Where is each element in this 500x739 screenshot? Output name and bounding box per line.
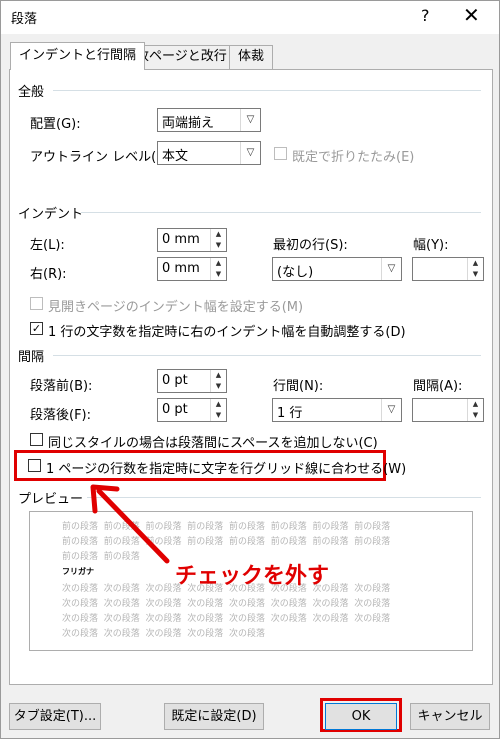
ok-button[interactable]: OK <box>325 703 397 730</box>
spin-down-icon[interactable]: ▼ <box>211 381 226 392</box>
outline-level-label: アウトライン レベル(O): <box>30 150 176 165</box>
section-spacing-title: 間隔 <box>18 350 45 365</box>
spacing-after-value: 0 pt <box>162 402 188 417</box>
dialog-title: 段落 <box>11 12 38 27</box>
spinner-buttons: ▲ ▼ <box>467 399 483 421</box>
section-divider <box>81 212 481 213</box>
spin-down-icon[interactable]: ▼ <box>468 410 483 421</box>
spin-up-icon[interactable]: ▲ <box>211 399 226 410</box>
spin-down-icon[interactable]: ▼ <box>211 269 226 280</box>
chevron-down-icon: ▽ <box>381 258 401 280</box>
line-spacing-label: 行間(N): <box>273 379 324 394</box>
outline-level-value: 本文 <box>162 149 189 164</box>
first-line-value: (なし) <box>277 265 314 280</box>
indent-left-value: 0 mm <box>162 232 200 247</box>
tabs-button[interactable]: タブ設定(T)... <box>9 703 101 730</box>
indent-left-label: 左(L): <box>30 238 65 253</box>
spin-up-icon[interactable]: ▲ <box>211 258 226 269</box>
spin-down-icon[interactable]: ▼ <box>211 240 226 251</box>
indent-by-spinner[interactable]: ▲ ▼ <box>412 257 484 281</box>
spinner-buttons: ▲ ▼ <box>210 399 226 421</box>
line-spacing-select[interactable]: 1 行 ▽ <box>272 398 402 422</box>
collapsed-label: 既定で折りたたみ(E) <box>292 150 415 165</box>
section-general-title: 全般 <box>18 85 45 100</box>
spin-up-icon[interactable]: ▲ <box>468 258 483 269</box>
spinner-buttons: ▲ ▼ <box>210 258 226 280</box>
section-indent-title: インデント <box>18 207 84 222</box>
indent-right-label: 右(R): <box>30 267 67 282</box>
spinner-buttons: ▲ ▼ <box>467 258 483 280</box>
line-spacing-value: 1 行 <box>277 406 303 421</box>
no-space-same-style-checkbox[interactable] <box>30 433 43 446</box>
collapsed-checkbox[interactable] <box>274 147 287 160</box>
outline-level-select[interactable]: 本文 ▽ <box>157 141 261 165</box>
mirror-indents-label: 見開きページのインデント幅を設定する(M) <box>48 300 304 315</box>
spacing-at-spinner[interactable]: ▲ ▼ <box>412 398 484 422</box>
alignment-label: 配置(G): <box>30 117 81 132</box>
spinner-buttons: ▲ ▼ <box>210 229 226 251</box>
help-icon[interactable]: ? <box>421 6 430 25</box>
indent-right-value: 0 mm <box>162 261 200 276</box>
annotation-text: チェックを外す <box>175 564 330 589</box>
paragraph-dialog: 段落 ? ✕ インデントと行間隔 改ページと改行 体裁 全般 配置(G): 両端… <box>0 0 500 739</box>
section-preview-title: プレビュー <box>18 492 84 507</box>
spacing-before-label: 段落前(B): <box>30 379 93 394</box>
indent-left-spinner[interactable]: 0 mm ▲ ▼ <box>157 228 227 252</box>
chevron-down-icon: ▽ <box>240 142 260 164</box>
spinner-buttons: ▲ ▼ <box>210 370 226 392</box>
auto-adjust-right-indent-checkbox[interactable]: ✓ <box>30 322 43 335</box>
close-icon[interactable]: ✕ <box>463 3 480 27</box>
indent-right-spinner[interactable]: 0 mm ▲ ▼ <box>157 257 227 281</box>
first-line-label: 最初の行(S): <box>273 238 348 253</box>
spacing-at-label: 間隔(A): <box>413 379 463 394</box>
tab-indent-spacing[interactable]: インデントと行間隔 <box>10 42 146 70</box>
alignment-select[interactable]: 両端揃え ▽ <box>157 108 261 132</box>
mirror-indents-checkbox[interactable] <box>30 297 43 310</box>
spin-up-icon[interactable]: ▲ <box>211 370 226 381</box>
tab-asian-typography[interactable]: 体裁 <box>229 45 274 69</box>
snap-to-grid-checkbox[interactable] <box>28 459 41 472</box>
chevron-down-icon: ▽ <box>381 399 401 421</box>
spin-down-icon[interactable]: ▼ <box>211 410 226 421</box>
spacing-after-label: 段落後(F): <box>30 408 92 423</box>
no-space-same-style-label: 同じスタイルの場合は段落間にスペースを追加しない(C) <box>48 436 378 451</box>
spin-down-icon[interactable]: ▼ <box>468 269 483 280</box>
indent-by-label: 幅(Y): <box>413 238 449 253</box>
section-divider <box>53 90 481 91</box>
spacing-before-spinner[interactable]: 0 pt ▲ ▼ <box>157 369 227 393</box>
set-default-button[interactable]: 既定に設定(D) <box>164 703 264 730</box>
title-bar: 段落 ? ✕ <box>1 1 499 34</box>
spin-up-icon[interactable]: ▲ <box>468 399 483 410</box>
preview-next-paragraph: 次の段落 次の段落 次の段落 次の段落 次の段落 次の段落 次の段落 次の段落 … <box>62 584 391 639</box>
section-divider <box>53 355 481 356</box>
first-line-select[interactable]: (なし) ▽ <box>272 257 402 281</box>
auto-adjust-right-indent-label: 1 行の文字数を指定時に右のインデント幅を自動調整する(D) <box>48 325 406 340</box>
chevron-down-icon: ▽ <box>240 109 260 131</box>
spin-up-icon[interactable]: ▲ <box>211 229 226 240</box>
snap-to-grid-label: 1 ページの行数を指定時に文字を行グリッド線に合わせる(W) <box>46 462 407 477</box>
spacing-after-spinner[interactable]: 0 pt ▲ ▼ <box>157 398 227 422</box>
cancel-button[interactable]: キャンセル <box>410 703 490 730</box>
spacing-before-value: 0 pt <box>162 373 188 388</box>
alignment-value: 両端揃え <box>162 116 215 131</box>
